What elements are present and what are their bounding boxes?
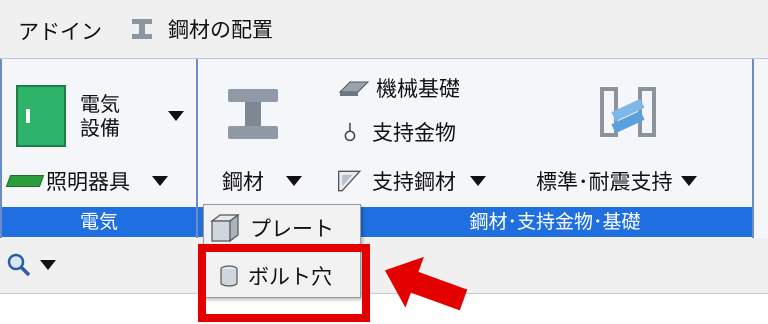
- ribbon: 電気 設備 照明器具 電気 鋼材･支持金物･基礎 鋼材 機械基礎 支持金物 支持…: [0, 58, 768, 239]
- red-arrow-icon: [384, 256, 468, 311]
- menu-item-plate[interactable]: プレート: [208, 213, 334, 243]
- seismic-support-icon: [600, 87, 656, 137]
- steel-large-button[interactable]: [222, 79, 292, 149]
- chevron-down-icon[interactable]: [152, 176, 168, 186]
- lighting-button[interactable]: 照明器具: [5, 165, 168, 197]
- tab-steel-layout-label: 鋼材の配置: [168, 18, 273, 42]
- group-electric: 電気 設備 照明器具 電気: [0, 59, 198, 239]
- group-label-electric: 電気: [2, 207, 196, 237]
- lighting-label: 照明器具: [46, 170, 130, 194]
- highlight-box: [198, 244, 370, 322]
- plate-icon: [210, 213, 240, 243]
- standard-seismic-button[interactable]: 標準･耐震支持: [536, 165, 697, 197]
- steel-label: 鋼材: [222, 170, 264, 194]
- chevron-down-icon[interactable]: [286, 176, 302, 186]
- support-steel-button[interactable]: 支持鋼材: [336, 165, 486, 197]
- light-fixture-icon: [5, 175, 45, 187]
- support-steel-label: 支持鋼材: [372, 170, 456, 194]
- steel-beam-icon: [228, 89, 278, 139]
- standard-seismic-label: 標準･耐震支持: [536, 170, 673, 194]
- support-fitting-button[interactable]: 支持金物: [340, 117, 456, 147]
- chevron-down-icon[interactable]: [470, 176, 486, 186]
- electric-panel-icon: [16, 85, 66, 147]
- electric-equipment-label: 電気 設備: [80, 92, 120, 140]
- steel-beam-icon: [132, 19, 152, 39]
- hanger-icon: [344, 122, 356, 142]
- standard-support-large-button[interactable]: [594, 77, 664, 149]
- support-fitting-label: 支持金物: [372, 121, 456, 145]
- search-icon: [7, 253, 31, 277]
- machine-base-label: 機械基礎: [376, 77, 460, 101]
- chevron-down-icon[interactable]: [680, 176, 697, 186]
- machine-base-button[interactable]: 機械基礎: [336, 73, 460, 103]
- chevron-down-icon[interactable]: [40, 260, 56, 270]
- tab-addin[interactable]: アドイン: [18, 16, 102, 46]
- base-slab-icon: [338, 81, 370, 96]
- chevron-down-icon[interactable]: [168, 111, 184, 121]
- tab-steel-layout[interactable]: 鋼材の配置: [128, 10, 273, 48]
- electric-equipment-button[interactable]: 電気 設備: [16, 81, 196, 151]
- search-button[interactable]: [6, 252, 56, 278]
- ribbon-tab-bar: アドイン 鋼材の配置: [0, 0, 768, 58]
- steel-menu-button[interactable]: 鋼材: [222, 165, 302, 197]
- bracket-icon: [337, 170, 362, 192]
- menu-item-plate-label: プレート: [250, 217, 334, 241]
